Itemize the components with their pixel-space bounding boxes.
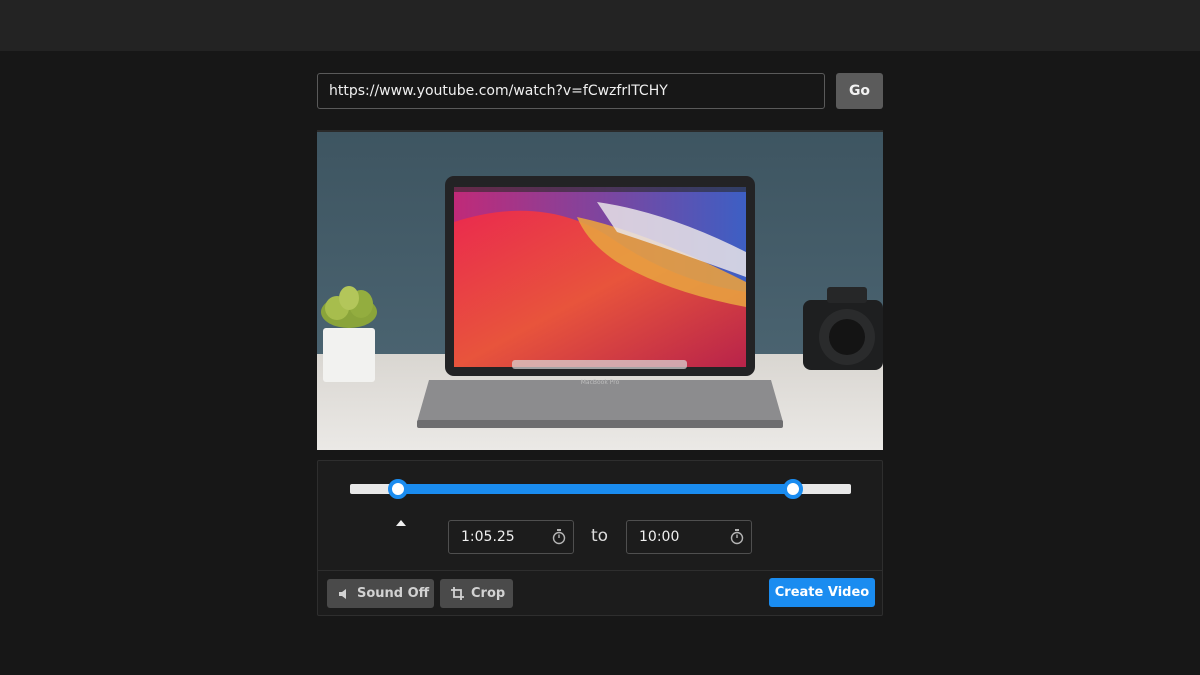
go-button[interactable]: Go (836, 73, 883, 109)
start-time-field[interactable] (448, 520, 574, 554)
trim-panel: to Sound Off Crop Create Video (317, 460, 883, 616)
range-track[interactable] (350, 479, 851, 526)
range-fill (397, 484, 794, 494)
action-bar: Sound Off Crop Create Video (318, 570, 882, 615)
crop-icon (451, 587, 464, 600)
end-time-input[interactable] (627, 521, 727, 553)
crop-button[interactable]: Crop (440, 579, 513, 608)
create-video-button[interactable]: Create Video (769, 578, 875, 607)
video-frame: MacBook Pro (317, 132, 883, 450)
time-row: to (318, 520, 884, 554)
start-time-input[interactable] (449, 521, 549, 553)
end-time-field[interactable] (626, 520, 752, 554)
range-start-handle[interactable] (387, 479, 408, 499)
stopwatch-icon[interactable] (730, 529, 744, 545)
screen-brand-text: MacBook Pro (581, 379, 620, 386)
crop-label: Crop (471, 586, 506, 601)
speaker-icon (339, 588, 346, 599)
video-preview[interactable]: MacBook Pro (317, 130, 883, 450)
url-input[interactable] (317, 73, 825, 109)
to-label: to (591, 526, 609, 546)
sound-toggle-button[interactable]: Sound Off (327, 579, 434, 608)
stopwatch-icon[interactable] (552, 529, 566, 545)
url-row: Go (317, 73, 883, 109)
sound-toggle-label: Sound Off (357, 586, 430, 601)
range-end-handle[interactable] (783, 479, 804, 499)
top-bar (0, 0, 1200, 51)
